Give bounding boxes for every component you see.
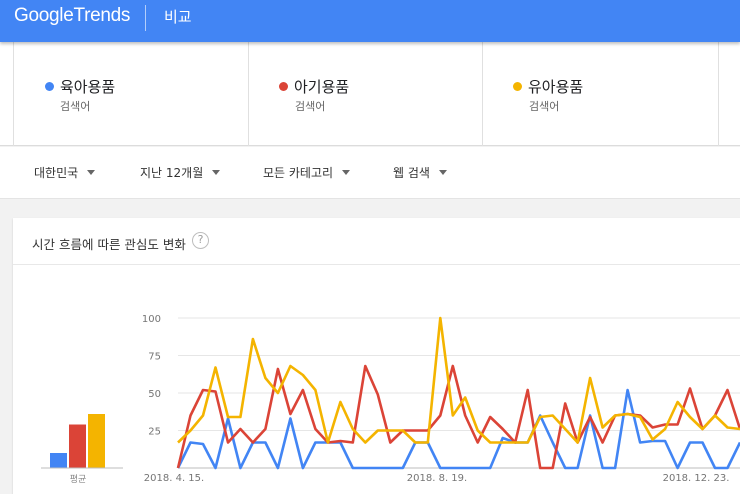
term-color-dot bbox=[279, 82, 288, 91]
caret-down-icon bbox=[87, 170, 96, 175]
y-tick-label: 75 bbox=[148, 352, 161, 363]
y-tick-label: 100 bbox=[142, 314, 161, 325]
caret-down-icon bbox=[212, 170, 221, 175]
google-trends-logo[interactable]: GoogleTrends bbox=[14, 5, 130, 27]
average-bar-1[interactable] bbox=[50, 453, 67, 468]
average-bar-2[interactable] bbox=[69, 424, 86, 469]
term-color-dot bbox=[45, 82, 54, 91]
chart-gridlines: 25 50 75 100 bbox=[142, 314, 740, 469]
term-card-3[interactable]: 유아용품 검색어 bbox=[483, 42, 719, 146]
series-line-1[interactable] bbox=[176, 388, 740, 470]
interest-chart[interactable]: 평균 255075100 2018. 4. 15. 2018. 8. 19. 201… bbox=[13, 218, 740, 494]
filter-bar: 대한민국 지난 12개월 모든 카테고리 웹 검색 bbox=[0, 147, 740, 199]
page-title: 비교 bbox=[164, 8, 192, 26]
interest-over-time-card: 시간 흐름에 따른 관심도 변화 ? 평균 25 50 75 100 2018. 4.… bbox=[13, 218, 740, 494]
series-line-2[interactable] bbox=[176, 364, 740, 470]
caret-down-icon bbox=[342, 170, 351, 175]
term-type: 검색어 bbox=[295, 100, 326, 113]
region-label: 대한민국 bbox=[34, 166, 79, 180]
x-tick-label: 2018. 12. 23. bbox=[663, 473, 730, 484]
term-card-1[interactable]: 육아용품 검색어 bbox=[14, 42, 249, 146]
term-type: 검색어 bbox=[60, 100, 91, 113]
search-type-label: 웹 검색 bbox=[393, 166, 430, 180]
term-name: 유아용품 bbox=[513, 76, 583, 97]
x-tick-label: 2018. 8. 19. bbox=[407, 473, 467, 484]
term-color-dot bbox=[513, 82, 522, 91]
search-type-dropdown[interactable]: 웹 검색 bbox=[393, 164, 447, 181]
series-line-3[interactable] bbox=[177, 316, 740, 444]
category-label: 모든 카테고리 bbox=[263, 166, 334, 180]
term-name: 육아용품 bbox=[45, 76, 115, 97]
term-label: 유아용품 bbox=[528, 78, 584, 96]
average-bar-3[interactable] bbox=[88, 414, 105, 468]
category-dropdown[interactable]: 모든 카테고리 bbox=[263, 164, 351, 181]
term-label: 육아용품 bbox=[60, 78, 116, 96]
period-label: 지난 12개월 bbox=[140, 166, 204, 180]
header-divider bbox=[145, 5, 146, 31]
logo-trends-text: Trends bbox=[73, 5, 131, 26]
average-bars: 평균 bbox=[41, 414, 123, 485]
term-card-2[interactable]: 아기용품 검색어 bbox=[249, 42, 483, 146]
x-tick-label: 2018. 4. 15. bbox=[144, 473, 204, 484]
x-axis-labels: 2018. 4. 15. 2018. 8. 19. 2018. 12. 23. bbox=[144, 473, 730, 484]
top-app-bar: GoogleTrends 비교 bbox=[0, 0, 740, 42]
caret-down-icon bbox=[438, 170, 447, 175]
region-dropdown[interactable]: 대한민국 bbox=[34, 164, 96, 181]
term-label: 아기용품 bbox=[294, 78, 350, 96]
y-tick-label: 25 bbox=[148, 427, 161, 438]
logo-google-text: Google bbox=[14, 5, 74, 26]
y-tick-label: 50 bbox=[148, 389, 161, 400]
compare-terms-bar: 육아용품 검색어 아기용품 검색어 유아용품 검색어 bbox=[0, 42, 740, 146]
average-label: 평균 bbox=[70, 474, 87, 485]
term-name: 아기용품 bbox=[279, 76, 349, 97]
period-dropdown[interactable]: 지난 12개월 bbox=[140, 164, 221, 181]
term-type: 검색어 bbox=[529, 100, 560, 113]
